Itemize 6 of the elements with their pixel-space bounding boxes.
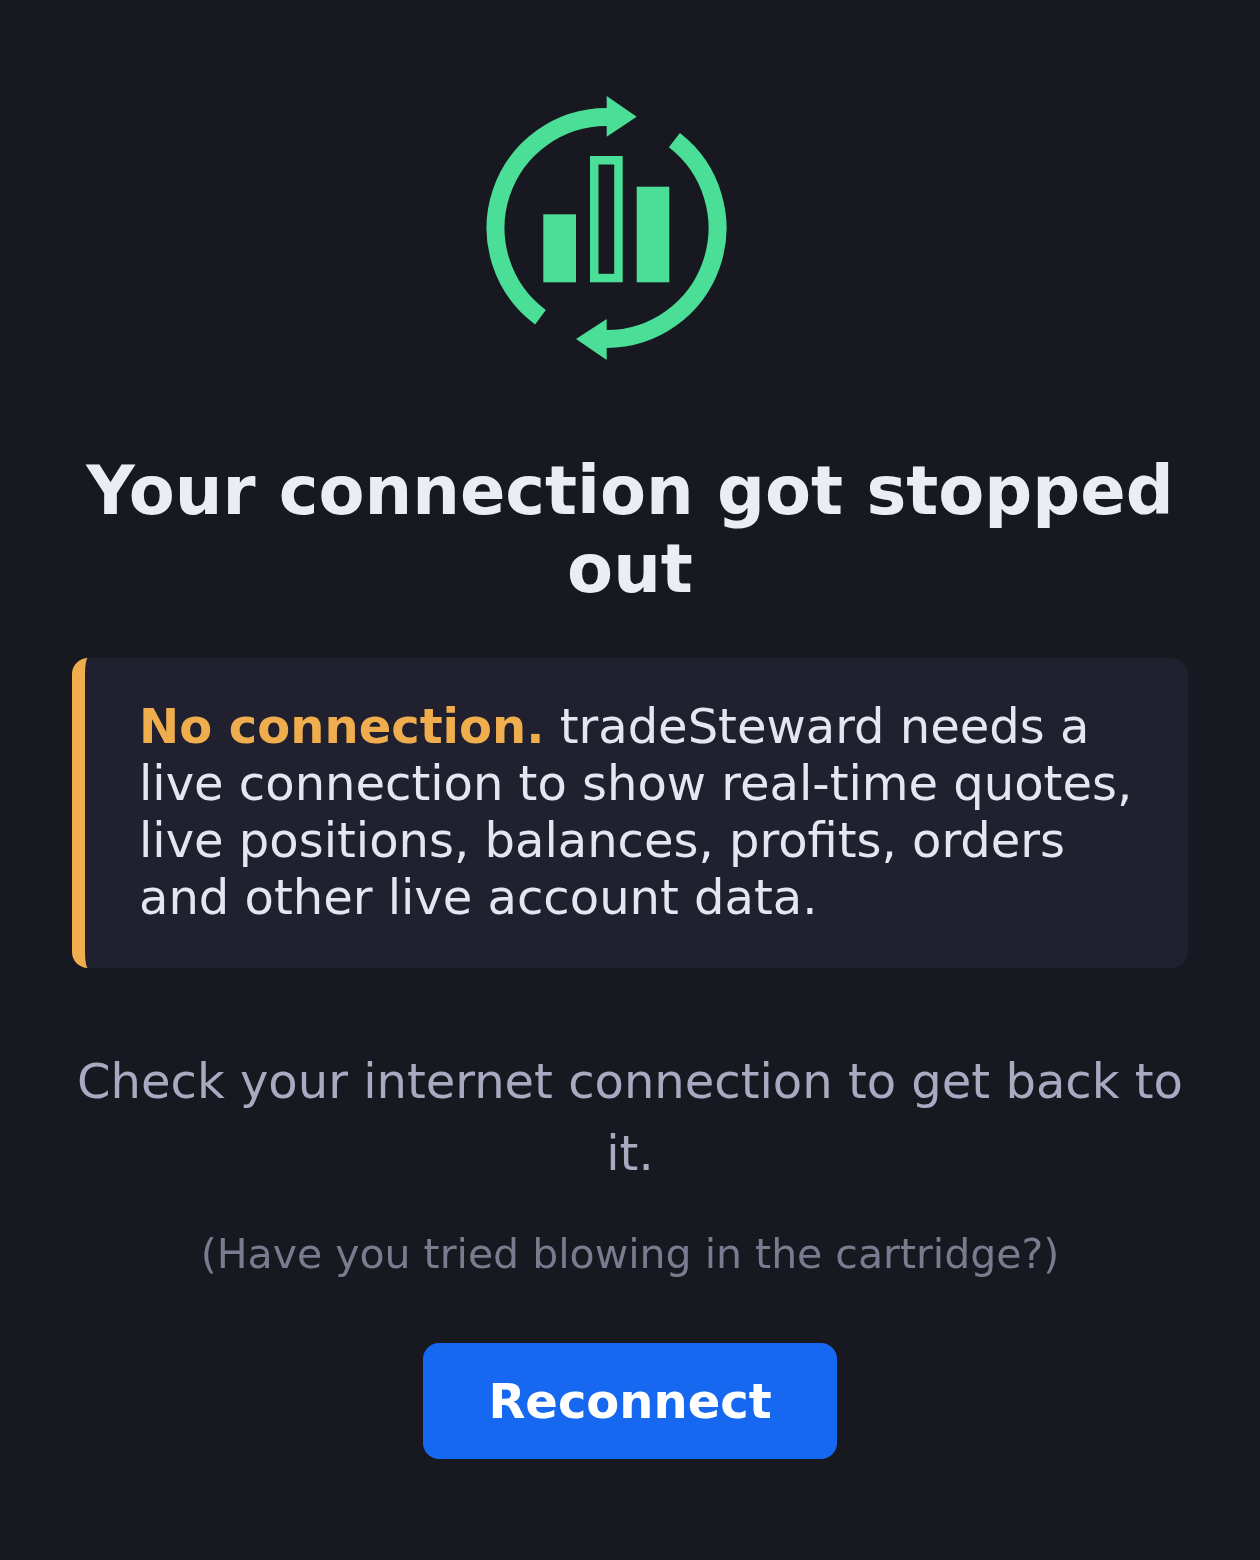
alert-message: No connection. tradeSteward needs a live connection to show real-time quotes, live positions, balances, profits, orders and other live account data. <box>139 698 1134 926</box>
reconnect-button[interactable]: Reconnect <box>423 1343 837 1459</box>
page-title: Your connection got stopped out <box>85 452 1175 608</box>
help-message: Check your internet connection to get back to it. <box>76 1052 1184 1183</box>
hint-text: (Have you tried blowing in the cartridge?) <box>200 1229 1060 1280</box>
bar-chart-sync-icon <box>485 96 727 360</box>
